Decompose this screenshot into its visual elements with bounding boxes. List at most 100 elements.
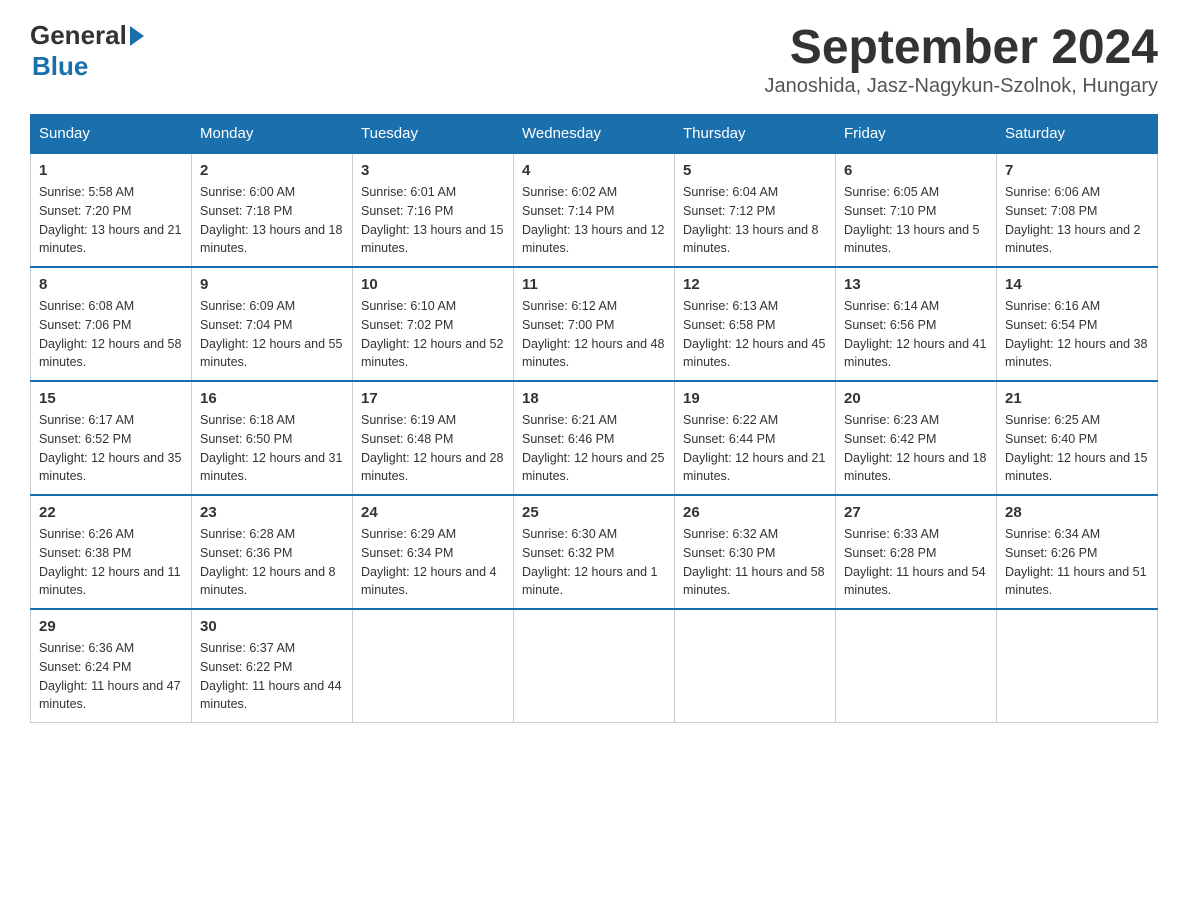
day-number: 10: [361, 276, 505, 293]
day-number: 23: [200, 504, 344, 521]
week-row-2: 8 Sunrise: 6:08 AMSunset: 7:06 PMDayligh…: [31, 267, 1158, 381]
day-info: Sunrise: 6:34 AMSunset: 6:26 PMDaylight:…: [1005, 527, 1147, 597]
day-info: Sunrise: 6:14 AMSunset: 6:56 PMDaylight:…: [844, 299, 986, 369]
calendar-header-row: SundayMondayTuesdayWednesdayThursdayFrid…: [31, 115, 1158, 154]
week-row-1: 1 Sunrise: 5:58 AMSunset: 7:20 PMDayligh…: [31, 153, 1158, 267]
day-info: Sunrise: 6:05 AMSunset: 7:10 PMDaylight:…: [844, 185, 980, 255]
day-number: 26: [683, 504, 827, 521]
calendar-cell: 22 Sunrise: 6:26 AMSunset: 6:38 PMDaylig…: [31, 495, 192, 609]
header-day-thursday: Thursday: [675, 115, 836, 154]
calendar-cell: 29 Sunrise: 6:36 AMSunset: 6:24 PMDaylig…: [31, 609, 192, 723]
day-info: Sunrise: 6:22 AMSunset: 6:44 PMDaylight:…: [683, 413, 825, 483]
calendar-cell: 12 Sunrise: 6:13 AMSunset: 6:58 PMDaylig…: [675, 267, 836, 381]
calendar-cell: 28 Sunrise: 6:34 AMSunset: 6:26 PMDaylig…: [997, 495, 1158, 609]
day-info: Sunrise: 6:26 AMSunset: 6:38 PMDaylight:…: [39, 527, 181, 597]
week-row-3: 15 Sunrise: 6:17 AMSunset: 6:52 PMDaylig…: [31, 381, 1158, 495]
calendar-cell: 7 Sunrise: 6:06 AMSunset: 7:08 PMDayligh…: [997, 153, 1158, 267]
page-header: General Blue September 2024 Janoshida, J…: [30, 20, 1158, 98]
calendar-cell: 8 Sunrise: 6:08 AMSunset: 7:06 PMDayligh…: [31, 267, 192, 381]
day-number: 15: [39, 390, 183, 407]
calendar-cell: 18 Sunrise: 6:21 AMSunset: 6:46 PMDaylig…: [514, 381, 675, 495]
day-number: 2: [200, 162, 344, 179]
day-info: Sunrise: 6:23 AMSunset: 6:42 PMDaylight:…: [844, 413, 986, 483]
day-info: Sunrise: 6:00 AMSunset: 7:18 PMDaylight:…: [200, 185, 342, 255]
calendar-cell: [353, 609, 514, 723]
day-number: 16: [200, 390, 344, 407]
day-info: Sunrise: 6:28 AMSunset: 6:36 PMDaylight:…: [200, 527, 336, 597]
calendar-cell: [675, 609, 836, 723]
header-day-friday: Friday: [836, 115, 997, 154]
day-number: 14: [1005, 276, 1149, 293]
day-info: Sunrise: 6:33 AMSunset: 6:28 PMDaylight:…: [844, 527, 986, 597]
day-number: 11: [522, 276, 666, 293]
calendar-cell: 9 Sunrise: 6:09 AMSunset: 7:04 PMDayligh…: [192, 267, 353, 381]
calendar-table: SundayMondayTuesdayWednesdayThursdayFrid…: [30, 114, 1158, 723]
day-info: Sunrise: 6:32 AMSunset: 6:30 PMDaylight:…: [683, 527, 825, 597]
day-number: 20: [844, 390, 988, 407]
day-info: Sunrise: 6:17 AMSunset: 6:52 PMDaylight:…: [39, 413, 181, 483]
header-day-wednesday: Wednesday: [514, 115, 675, 154]
calendar-cell: [514, 609, 675, 723]
calendar-cell: 19 Sunrise: 6:22 AMSunset: 6:44 PMDaylig…: [675, 381, 836, 495]
day-info: Sunrise: 5:58 AMSunset: 7:20 PMDaylight:…: [39, 185, 181, 255]
calendar-cell: 27 Sunrise: 6:33 AMSunset: 6:28 PMDaylig…: [836, 495, 997, 609]
day-info: Sunrise: 6:37 AMSunset: 6:22 PMDaylight:…: [200, 641, 342, 711]
day-number: 3: [361, 162, 505, 179]
calendar-cell: 1 Sunrise: 5:58 AMSunset: 7:20 PMDayligh…: [31, 153, 192, 267]
day-number: 17: [361, 390, 505, 407]
logo: General Blue: [30, 20, 147, 82]
day-number: 5: [683, 162, 827, 179]
day-info: Sunrise: 6:12 AMSunset: 7:00 PMDaylight:…: [522, 299, 664, 369]
day-info: Sunrise: 6:13 AMSunset: 6:58 PMDaylight:…: [683, 299, 825, 369]
day-info: Sunrise: 6:02 AMSunset: 7:14 PMDaylight:…: [522, 185, 664, 255]
calendar-cell: 24 Sunrise: 6:29 AMSunset: 6:34 PMDaylig…: [353, 495, 514, 609]
header-day-monday: Monday: [192, 115, 353, 154]
day-number: 6: [844, 162, 988, 179]
day-number: 25: [522, 504, 666, 521]
calendar-cell: 4 Sunrise: 6:02 AMSunset: 7:14 PMDayligh…: [514, 153, 675, 267]
calendar-cell: 30 Sunrise: 6:37 AMSunset: 6:22 PMDaylig…: [192, 609, 353, 723]
day-number: 21: [1005, 390, 1149, 407]
calendar-cell: 17 Sunrise: 6:19 AMSunset: 6:48 PMDaylig…: [353, 381, 514, 495]
day-number: 1: [39, 162, 183, 179]
logo-arrow-icon: [130, 26, 144, 46]
calendar-cell: 23 Sunrise: 6:28 AMSunset: 6:36 PMDaylig…: [192, 495, 353, 609]
day-number: 7: [1005, 162, 1149, 179]
calendar-cell: 5 Sunrise: 6:04 AMSunset: 7:12 PMDayligh…: [675, 153, 836, 267]
day-info: Sunrise: 6:21 AMSunset: 6:46 PMDaylight:…: [522, 413, 664, 483]
week-row-4: 22 Sunrise: 6:26 AMSunset: 6:38 PMDaylig…: [31, 495, 1158, 609]
day-info: Sunrise: 6:30 AMSunset: 6:32 PMDaylight:…: [522, 527, 658, 597]
location-text: Janoshida, Jasz-Nagykun-Szolnok, Hungary: [764, 75, 1158, 98]
calendar-cell: 14 Sunrise: 6:16 AMSunset: 6:54 PMDaylig…: [997, 267, 1158, 381]
calendar-cell: 6 Sunrise: 6:05 AMSunset: 7:10 PMDayligh…: [836, 153, 997, 267]
calendar-cell: 3 Sunrise: 6:01 AMSunset: 7:16 PMDayligh…: [353, 153, 514, 267]
day-info: Sunrise: 6:19 AMSunset: 6:48 PMDaylight:…: [361, 413, 503, 483]
logo-general-text: General: [30, 20, 127, 51]
day-number: 12: [683, 276, 827, 293]
day-number: 18: [522, 390, 666, 407]
day-number: 8: [39, 276, 183, 293]
header-day-tuesday: Tuesday: [353, 115, 514, 154]
day-info: Sunrise: 6:25 AMSunset: 6:40 PMDaylight:…: [1005, 413, 1147, 483]
calendar-cell: 25 Sunrise: 6:30 AMSunset: 6:32 PMDaylig…: [514, 495, 675, 609]
day-info: Sunrise: 6:08 AMSunset: 7:06 PMDaylight:…: [39, 299, 181, 369]
calendar-cell: 10 Sunrise: 6:10 AMSunset: 7:02 PMDaylig…: [353, 267, 514, 381]
day-number: 28: [1005, 504, 1149, 521]
day-info: Sunrise: 6:01 AMSunset: 7:16 PMDaylight:…: [361, 185, 503, 255]
logo-blue-text: Blue: [32, 51, 88, 81]
day-info: Sunrise: 6:36 AMSunset: 6:24 PMDaylight:…: [39, 641, 181, 711]
calendar-cell: [836, 609, 997, 723]
day-number: 29: [39, 618, 183, 635]
calendar-cell: 13 Sunrise: 6:14 AMSunset: 6:56 PMDaylig…: [836, 267, 997, 381]
calendar-cell: 20 Sunrise: 6:23 AMSunset: 6:42 PMDaylig…: [836, 381, 997, 495]
title-section: September 2024 Janoshida, Jasz-Nagykun-S…: [764, 20, 1158, 98]
day-number: 13: [844, 276, 988, 293]
calendar-cell: [997, 609, 1158, 723]
calendar-cell: 11 Sunrise: 6:12 AMSunset: 7:00 PMDaylig…: [514, 267, 675, 381]
day-info: Sunrise: 6:09 AMSunset: 7:04 PMDaylight:…: [200, 299, 342, 369]
calendar-cell: 15 Sunrise: 6:17 AMSunset: 6:52 PMDaylig…: [31, 381, 192, 495]
day-info: Sunrise: 6:18 AMSunset: 6:50 PMDaylight:…: [200, 413, 342, 483]
calendar-cell: 21 Sunrise: 6:25 AMSunset: 6:40 PMDaylig…: [997, 381, 1158, 495]
day-info: Sunrise: 6:10 AMSunset: 7:02 PMDaylight:…: [361, 299, 503, 369]
day-info: Sunrise: 6:06 AMSunset: 7:08 PMDaylight:…: [1005, 185, 1141, 255]
